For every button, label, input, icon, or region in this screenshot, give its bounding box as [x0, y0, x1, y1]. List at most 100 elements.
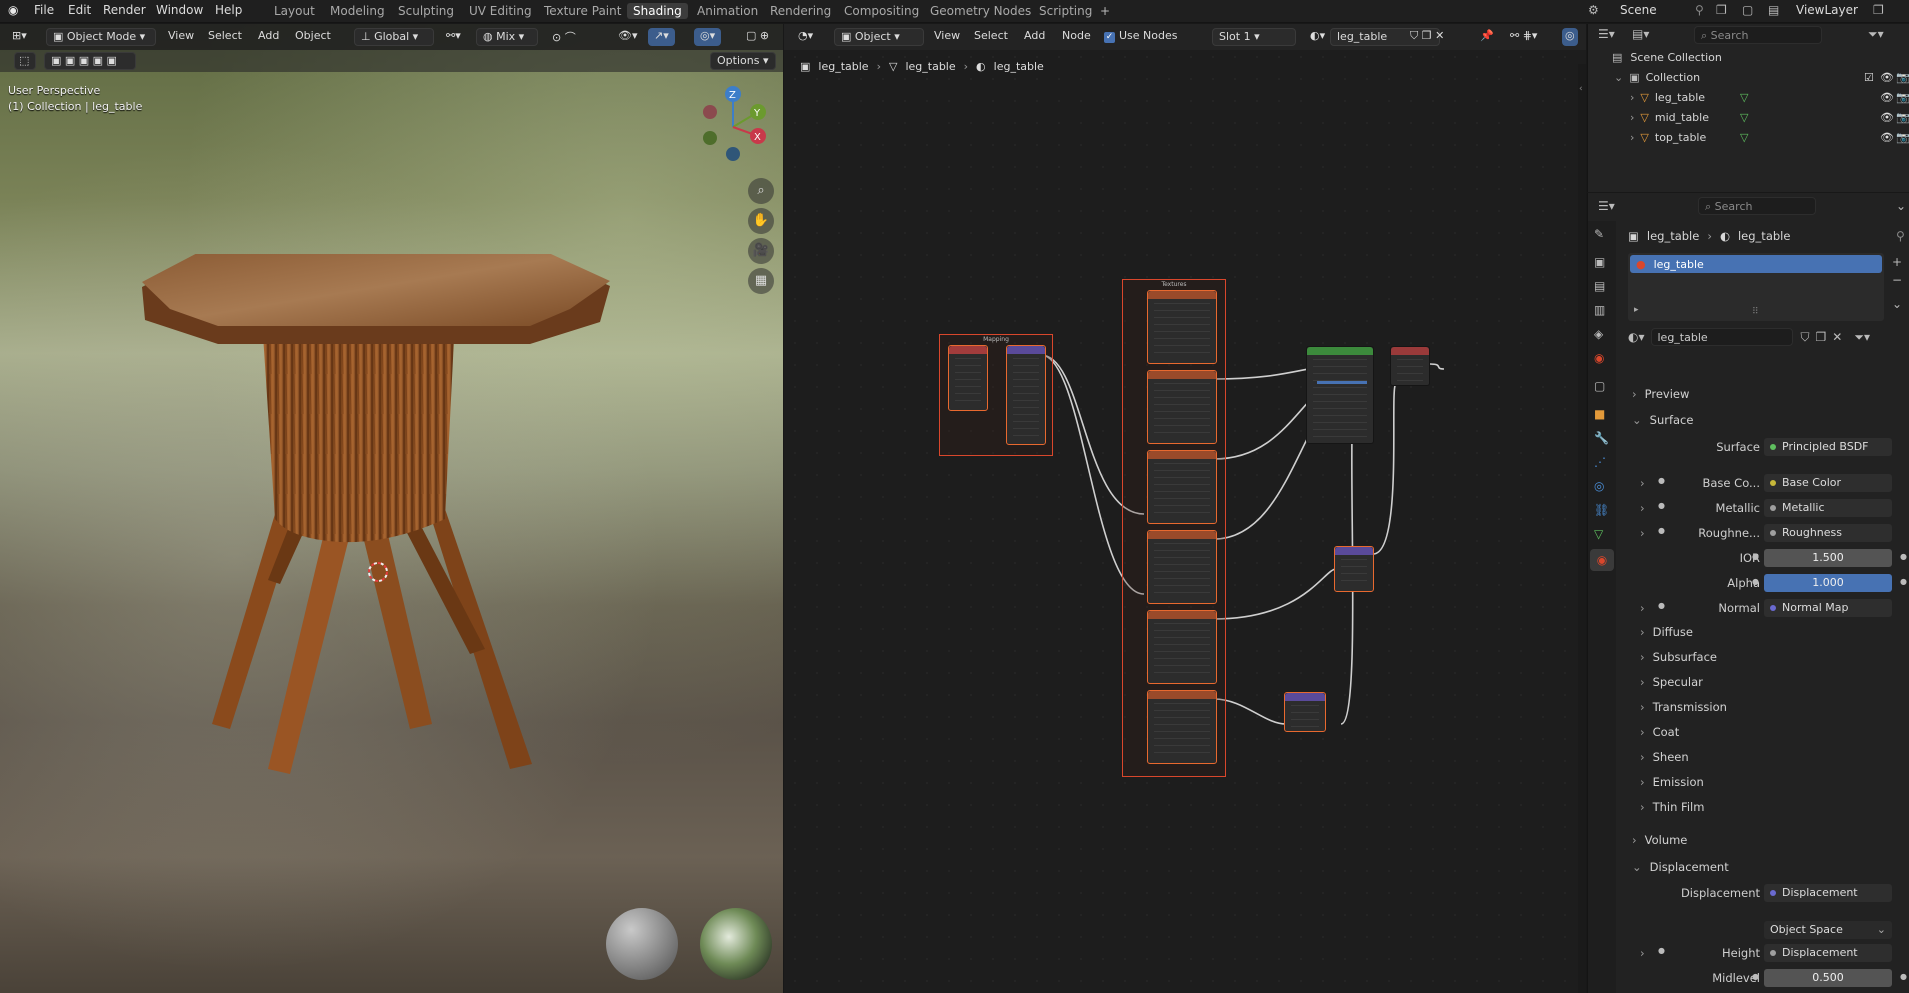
displacement-node[interactable] [1334, 546, 1374, 592]
outliner-object-row[interactable]: › ▽ mid_table ▽ 👁 📷 [1630, 111, 1909, 124]
camera-view-icon[interactable]: 🎥 [748, 238, 774, 264]
tab-geometry-nodes[interactable]: Geometry Nodes [930, 4, 1031, 18]
subpanel-thin-film[interactable]: › Thin Film [1640, 800, 1704, 814]
input-link-field[interactable]: Metallic [1764, 499, 1892, 517]
tab-rendering[interactable]: Rendering [770, 4, 831, 18]
eye-icon[interactable]: 👁 [1880, 71, 1894, 84]
chevron-right-icon[interactable]: › [1630, 131, 1634, 144]
node-sidebar-toggle[interactable] [1578, 64, 1586, 993]
gizmo-neg-y[interactable] [703, 131, 717, 145]
viewport-menu-add[interactable]: Add [258, 29, 279, 42]
pin-icon[interactable]: ⚲ [1695, 3, 1704, 17]
image-texture-node-displacement[interactable] [1147, 610, 1217, 684]
collection-row[interactable]: ⌄ ▣ Collection ☑ 👁 📷 [1614, 71, 1909, 84]
sidebar-arrow-icon[interactable]: ‹ [1579, 84, 1583, 94]
normal-map-node[interactable] [1284, 692, 1326, 732]
overlay-toggle-icon[interactable]: ◎▾ [694, 28, 722, 46]
subpanel-diffuse[interactable]: › Diffuse [1640, 625, 1693, 639]
displacement-link-field[interactable]: Displacement [1764, 884, 1892, 902]
image-texture-node-normal[interactable] [1147, 690, 1217, 764]
viewport-menu-object[interactable]: Object [295, 29, 331, 42]
tab-scripting[interactable]: Scripting [1039, 4, 1092, 18]
constraints-tab-icon[interactable]: ⛓ [1594, 503, 1609, 517]
menu-edit[interactable]: Edit [68, 3, 91, 17]
camera-icon[interactable]: 📷 [1896, 71, 1909, 84]
filter-icon[interactable]: ⏷▾ [1868, 27, 1884, 42]
menu-help[interactable]: Help [215, 3, 242, 17]
material-name-input[interactable]: leg_table [1650, 328, 1793, 346]
delete-scene-icon[interactable]: ▢ [1742, 3, 1753, 17]
add-workspace-button[interactable]: + [1100, 4, 1110, 18]
image-texture-node-basecolor[interactable] [1147, 370, 1217, 444]
snap-icon[interactable]: ⚯▾ [440, 28, 467, 46]
subpanel-specular[interactable]: › Specular [1640, 675, 1703, 689]
eye-icon[interactable]: 👁 [1880, 131, 1894, 144]
mesh-data-icon[interactable]: ▽ [1740, 91, 1748, 104]
visibility-icon[interactable]: 👁▾ [612, 28, 644, 46]
chevron-right-icon[interactable]: › [1640, 526, 1645, 540]
resize-handle-icon[interactable]: ⠿ [1752, 307, 1759, 317]
duplicate-material-icon[interactable]: ❐ [1816, 330, 1827, 344]
gizmo-neg-x[interactable] [703, 105, 717, 119]
midlevel-field[interactable]: 0.500 [1764, 969, 1892, 987]
view-layer-icon[interactable]: ▤ [1768, 3, 1779, 17]
image-texture-node-metallic[interactable] [1147, 450, 1217, 524]
render-tab-icon[interactable]: ▣ [1594, 255, 1605, 269]
chevron-right-icon[interactable]: › [1640, 946, 1645, 960]
modifier-tab-icon[interactable]: 🔧 [1594, 431, 1609, 445]
subpanel-emission[interactable]: › Emission [1640, 775, 1704, 789]
3d-cursor-icon[interactable] [366, 560, 390, 584]
tab-shading[interactable]: Shading [627, 3, 688, 19]
properties-search-input[interactable]: ⌕ Search [1698, 197, 1816, 215]
menu-file[interactable]: File [34, 3, 54, 17]
space-dropdown[interactable]: Object Space ⌄ [1764, 921, 1892, 939]
outliner[interactable]: ☰▾ ▤▾ ⌕ Search ⏷▾ ▤ Scene Collection ⌄ ▣ Co… [1587, 24, 1909, 192]
surface-panel-header[interactable]: ⌄ Surface [1632, 413, 1693, 427]
outliner-display-mode-icon[interactable]: ▤▾ [1632, 27, 1649, 41]
object-tab-icon[interactable]: ■ [1594, 407, 1605, 421]
collection-tab-icon[interactable]: ▢ [1594, 379, 1605, 393]
remove-slot-icon[interactable]: − [1892, 273, 1902, 287]
displacement-panel-header[interactable]: ⌄ Displacement [1632, 860, 1729, 874]
tab-compositing[interactable]: Compositing [844, 4, 919, 18]
tab-layout[interactable]: Layout [274, 4, 315, 18]
input-link-field[interactable]: Base Color [1764, 474, 1892, 492]
chevron-down-icon[interactable]: ⌄ [1614, 71, 1623, 84]
new-view-layer-icon[interactable]: ❐ [1873, 3, 1884, 17]
physics-tab-icon[interactable]: ◎ [1594, 479, 1604, 493]
3d-viewport[interactable]: ⊞▾ ▣ Object Mode ▾ View Select Add Objec… [0, 24, 783, 993]
tab-uv-editing[interactable]: UV Editing [469, 4, 532, 18]
scene-collection-row[interactable]: ▤ Scene Collection [1612, 51, 1722, 64]
keyframe-dot-icon[interactable]: ● [1900, 577, 1907, 586]
fake-user-icon[interactable]: ⛉ [1801, 330, 1810, 345]
pivot-dropdown[interactable]: ◍ Mix ▾ [476, 28, 538, 46]
menu-render[interactable]: Render [103, 3, 146, 17]
selection-mode-icons[interactable]: ▣ ▣ ▣ ▣ ▣ [44, 52, 136, 70]
view-layer-tab-icon[interactable]: ▥ [1594, 303, 1605, 317]
tab-sculpting[interactable]: Sculpting [398, 4, 454, 18]
subpanel-subsurface[interactable]: › Subsurface [1640, 650, 1717, 664]
tool-tab-icon[interactable]: ✎ [1594, 227, 1604, 241]
zoom-icon[interactable]: ⌕ [748, 178, 774, 204]
scene-tab-icon[interactable]: ◈ [1594, 327, 1603, 341]
keyframe-dot-icon[interactable]: ● [1900, 972, 1907, 981]
texture-coordinate-node[interactable] [948, 345, 988, 411]
ior-field[interactable]: 1.500 [1764, 549, 1892, 567]
shader-node-editor[interactable]: ◔▾ ▣ Object ▾ View Select Add Node ✓ Use … [784, 24, 1586, 993]
outliner-search-input[interactable]: ⌕ Search [1694, 26, 1822, 44]
editor-type-icon[interactable]: ⊞▾ [6, 28, 33, 46]
textures-frame[interactable]: Textures [1122, 279, 1226, 777]
image-texture-node-ao[interactable] [1147, 290, 1217, 364]
image-texture-node-roughness[interactable] [1147, 530, 1217, 604]
chevron-right-icon[interactable]: › [1640, 601, 1645, 615]
outliner-object-row[interactable]: › ▽ leg_table ▽ 👁 📷 [1630, 91, 1909, 104]
camera-icon[interactable]: 📷 [1896, 131, 1909, 144]
properties-breadcrumb-object[interactable]: leg_table [1647, 229, 1699, 243]
pin-properties-icon[interactable]: ⚲ [1896, 229, 1905, 243]
output-tab-icon[interactable]: ▤ [1594, 279, 1605, 293]
world-tab-icon[interactable]: ◉ [1594, 351, 1604, 365]
material-filter-icon[interactable]: ⏷▾ [1854, 330, 1870, 345]
material-slot-list[interactable]: ● leg_table ▸ ⠿ [1628, 253, 1884, 321]
pan-hand-icon[interactable]: ✋ [748, 208, 774, 234]
surface-shader-field[interactable]: Principled BSDF [1764, 438, 1892, 456]
